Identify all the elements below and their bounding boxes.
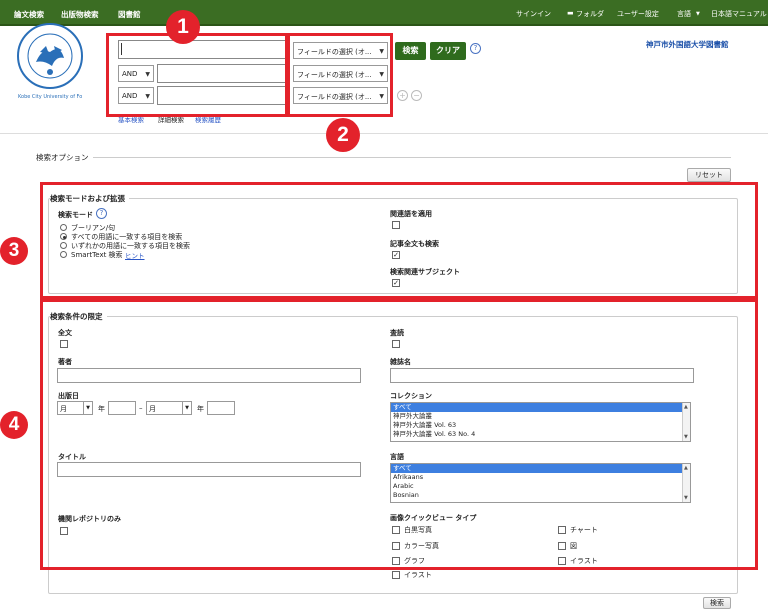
annotation-badge-2: 2 <box>326 118 360 152</box>
remove-row-icon[interactable]: − <box>411 90 422 101</box>
nav-manual[interactable]: 日本語マニュアル <box>711 9 767 19</box>
nav-library[interactable]: 図書館 <box>118 9 141 20</box>
chevron-down-icon: ▼ <box>696 11 700 17</box>
top-nav-bar: 論文検索 出版物検索 図書館 サインイン ▬ フォルダ ユーザー設定 言語 ▼ … <box>0 0 768 26</box>
nav-user-settings[interactable]: ユーザー設定 <box>617 9 659 19</box>
annotation-badge-1: 1 <box>166 10 200 44</box>
annotation-box-4 <box>40 299 758 570</box>
image-type-illustration: イラスト <box>404 571 432 579</box>
annotation-box-2 <box>285 33 393 117</box>
help-icon[interactable]: ? <box>470 43 481 54</box>
annotation-badge-3: 3 <box>0 237 28 265</box>
nav-article-search[interactable]: 論文検索 <box>14 9 44 20</box>
image-type-illustration-checkbox[interactable] <box>392 571 400 579</box>
logo-text: Kobe City University of Foreign Studies <box>18 94 82 100</box>
annotation-box-1 <box>106 33 290 117</box>
nav-language[interactable]: 言語 <box>677 9 691 19</box>
clear-button[interactable]: クリア <box>430 42 466 60</box>
institution-name[interactable]: 神戸市外国語大学図書館 <box>646 39 729 50</box>
reset-button[interactable]: リセット <box>687 168 731 182</box>
search-button[interactable]: 検索 <box>395 42 426 60</box>
nav-sign-in[interactable]: サインイン <box>516 9 551 19</box>
add-row-icon[interactable]: + <box>397 90 408 101</box>
annotation-badge-4: 4 <box>0 411 28 439</box>
options-divider <box>36 157 731 158</box>
search-options-title: 検索オプション <box>36 152 93 163</box>
bottom-search-button[interactable]: 検索 <box>703 597 731 609</box>
annotation-box-3 <box>40 182 758 299</box>
folder-icon[interactable]: ▬ <box>567 9 574 17</box>
nav-publication-search[interactable]: 出版物検索 <box>61 9 99 20</box>
university-logo <box>17 23 83 89</box>
nav-folder[interactable]: フォルダ <box>576 9 604 19</box>
